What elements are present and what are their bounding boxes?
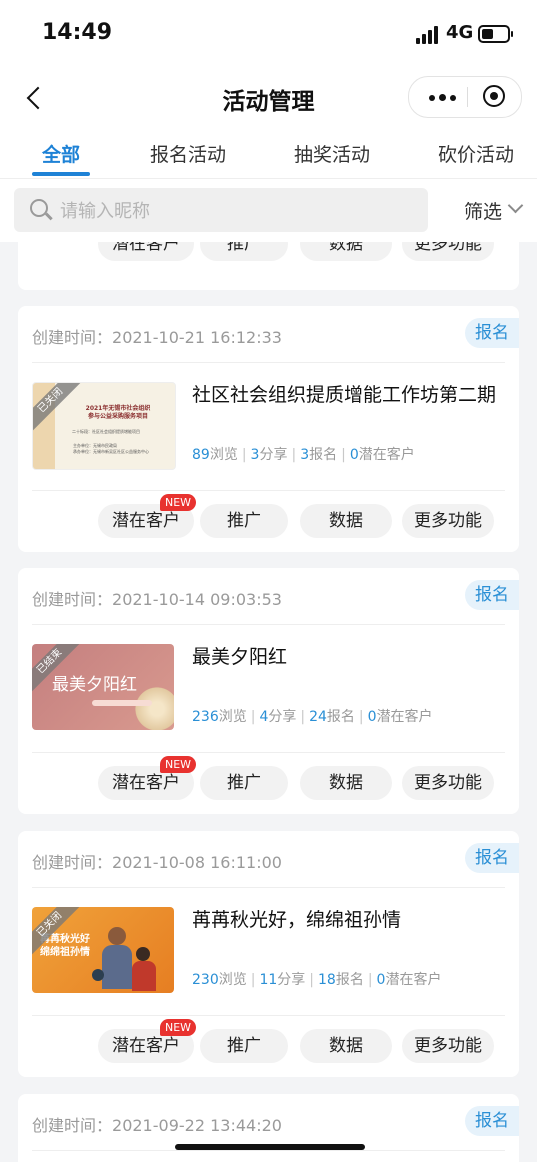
more-functions-button[interactable]: 更多功能	[402, 1029, 494, 1063]
created-time: 创建时间：2021-09-22 13:44:20	[32, 1116, 282, 1135]
active-tab-indicator	[32, 172, 90, 176]
more-functions-button[interactable]: 更多功能	[402, 242, 494, 261]
data-button[interactable]: 数据	[300, 242, 392, 261]
divider	[32, 752, 505, 753]
divider	[32, 887, 505, 888]
promote-button[interactable]: 推广	[200, 504, 288, 538]
chevron-down-icon[interactable]	[507, 197, 524, 214]
new-badge: NEW	[160, 494, 196, 511]
battery-icon	[478, 25, 513, 43]
activity-card[interactable]: 创建时间：2021-10-08 16:11:00 报名 苒苒秋光好 绵绵祖孙情 …	[18, 831, 519, 1077]
tab-lottery[interactable]: 抽奖活动	[294, 140, 370, 167]
activity-thumbnail[interactable]: 最美夕阳红 已结束	[32, 644, 174, 730]
promote-button[interactable]: 推广	[200, 242, 288, 261]
divider	[32, 1150, 505, 1151]
more-functions-button[interactable]: 更多功能	[402, 504, 494, 538]
activity-card[interactable]: 创建时间：2021-09-22 13:44:20 报名	[18, 1094, 519, 1162]
tab-bargain[interactable]: 砍价活动	[438, 140, 514, 167]
close-target-icon[interactable]	[483, 85, 505, 107]
divider	[32, 362, 505, 363]
divider	[32, 490, 505, 491]
tab-bar: 全部 报名活动 抽奖活动 砍价活动	[0, 130, 537, 179]
potential-customers-button[interactable]: 潜在客户	[98, 242, 194, 261]
activity-title[interactable]: 社区社会组织提质增能工作坊第二期	[192, 382, 512, 408]
type-tag: 报名	[465, 580, 519, 610]
activity-stats: 236浏览 | 4分享 | 24报名 | 0潜在客户	[192, 709, 433, 725]
new-badge: NEW	[160, 756, 196, 773]
activity-card[interactable]: 创建时间：2021-10-21 16:12:33 报名 2021年无锡市社会组织…	[18, 306, 519, 552]
activity-stats: 89浏览 | 3分享 | 3报名 | 0潜在客户	[192, 447, 415, 463]
activity-list: 潜在客户 推广 数据 更多功能 创建时间：2021-10-21 16:12:33…	[0, 242, 537, 1162]
data-button[interactable]: 数据	[300, 1029, 392, 1063]
header-area: 14:49 4G 活动管理 全部 报名活动 抽奖活动 砍价活动 筛选	[0, 0, 537, 242]
search-box	[14, 188, 428, 234]
activity-card[interactable]: 创建时间：2021-10-14 09:03:53 报名 最美夕阳红 已结束 最美…	[18, 568, 519, 814]
status-time: 14:49	[42, 20, 113, 45]
promote-button[interactable]: 推广	[200, 766, 288, 800]
mini-program-capsule	[408, 76, 522, 118]
new-badge: NEW	[160, 1019, 196, 1036]
created-time: 创建时间：2021-10-21 16:12:33	[32, 328, 282, 347]
data-button[interactable]: 数据	[300, 766, 392, 800]
search-input[interactable]	[58, 188, 422, 234]
divider	[32, 1015, 505, 1016]
activity-title[interactable]: 最美夕阳红	[192, 644, 512, 670]
status-bar: 14:49 4G	[0, 0, 537, 70]
activity-thumbnail[interactable]: 2021年无锡市社会组织 参与公益采购服务项目 二十标段：社区社会组织提质增能项…	[32, 382, 176, 470]
nav-bar: 活动管理	[0, 72, 537, 124]
tab-all[interactable]: 全部	[42, 140, 80, 167]
type-tag: 报名	[465, 1106, 519, 1136]
data-button[interactable]: 数据	[300, 504, 392, 538]
divider	[32, 624, 505, 625]
created-time: 创建时间：2021-10-08 16:11:00	[32, 853, 282, 872]
network-type: 4G	[446, 22, 474, 43]
created-time: 创建时间：2021-10-14 09:03:53	[32, 590, 282, 609]
tab-signup[interactable]: 报名活动	[150, 140, 226, 167]
home-indicator	[175, 1144, 365, 1150]
type-tag: 报名	[465, 318, 519, 348]
activity-title[interactable]: 苒苒秋光好，绵绵祖孙情	[192, 907, 512, 933]
search-icon	[30, 199, 48, 217]
activity-stats: 230浏览 | 11分享 | 18报名 | 0潜在客户	[192, 972, 442, 988]
type-tag: 报名	[465, 843, 519, 873]
activity-thumbnail[interactable]: 苒苒秋光好 绵绵祖孙情 已关闭	[32, 907, 174, 993]
capsule-divider	[467, 87, 468, 107]
more-icon[interactable]	[419, 77, 465, 117]
more-functions-button[interactable]: 更多功能	[402, 766, 494, 800]
filter-button[interactable]: 筛选	[464, 197, 502, 224]
promote-button[interactable]: 推广	[200, 1029, 288, 1063]
signal-icon	[416, 26, 440, 44]
activity-card-partial: 潜在客户 推广 数据 更多功能	[18, 242, 519, 290]
